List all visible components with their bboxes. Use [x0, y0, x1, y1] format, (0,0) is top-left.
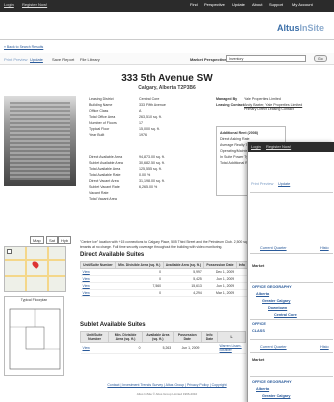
top-nav-bar: Login Register Now! Find Perspective Upd… — [0, 0, 334, 12]
print-preview-link[interactable]: Print Preview — [4, 57, 28, 62]
second-browser-window[interactable]: Login Register Now! Print Preview Update… — [247, 142, 334, 402]
tab-historical[interactable]: Histo — [320, 246, 329, 250]
nav-perspective[interactable]: Perspective — [204, 2, 225, 7]
office-heading: OFFICE — [252, 322, 266, 326]
update-link[interactable]: Update — [30, 57, 43, 62]
register-link[interactable]: Register Now! — [266, 144, 291, 149]
tab-historical-2[interactable]: Histo — [320, 345, 329, 349]
brand-bar: AltusInSite — [0, 12, 334, 40]
nav-about[interactable]: About — [252, 2, 262, 7]
sublet-suites-title: Sublet Available Suites — [80, 322, 146, 328]
building-photo — [4, 96, 76, 186]
toolbar: Print Preview Update Save Report File Li… — [0, 53, 334, 65]
management-info: Managed By Yale Properties Limited Leasin… — [216, 97, 303, 111]
go-button[interactable]: Go — [314, 55, 327, 62]
office-geography-heading-2: OFFICE GEOGRAPHY — [252, 380, 292, 384]
geo-alberta-2[interactable]: Alberta — [256, 387, 269, 391]
view-suite-link[interactable]: View — [83, 346, 90, 350]
satellite-button[interactable]: Sat — [46, 236, 59, 244]
back-to-results-link[interactable]: « Back to Search Results — [4, 45, 43, 49]
map-button[interactable]: Map — [30, 236, 44, 244]
floorplan-title: Typical Floorplan — [20, 298, 48, 302]
zoom-in-icon[interactable] — [7, 249, 12, 254]
geo-central-core[interactable]: Central Core — [274, 313, 297, 317]
update-link[interactable]: Update — [278, 182, 290, 186]
map-pin-icon[interactable] — [31, 260, 40, 269]
hybrid-button[interactable]: Hyb — [58, 236, 72, 244]
view-suite-link[interactable]: View — [83, 291, 90, 295]
table-row: View 0 5,263 Jun 1, 2009 Warren Lisam-Boutil… — [80, 342, 246, 354]
save-report-button[interactable]: Save Report — [52, 57, 74, 62]
geo-downtown[interactable]: Downtown — [268, 306, 287, 310]
address-subtitle: Calgary, Alberta T2P3B6 — [138, 85, 196, 91]
nav-my-account[interactable]: My Account — [292, 2, 313, 7]
second-window-topbar: Login Register Now! — [248, 142, 334, 152]
tab-current-quarter[interactable]: Current Quarter — [260, 246, 287, 250]
floorplan-drawing — [9, 308, 61, 370]
altus-insite-logo[interactable]: AltusInSite — [277, 23, 324, 33]
geo-greater-calgary-2[interactable]: Greater Calgary — [262, 394, 291, 398]
market-label: Market — [252, 264, 265, 268]
print-preview-link[interactable]: Print Preview — [251, 182, 273, 186]
tab-current-quarter-2[interactable]: Current Quarter — [260, 345, 287, 349]
file-library-button[interactable]: File Library — [80, 57, 100, 62]
page-title: 333 5th Avenue SW — [121, 73, 213, 84]
perspective-select[interactable]: Inventory — [226, 55, 306, 62]
location-map[interactable] — [4, 246, 66, 292]
availability-facts: Direct Available Area 94,873.00 sq. ft. S… — [89, 155, 165, 201]
nav-update[interactable]: Update — [232, 2, 245, 7]
typical-floorplan[interactable]: Typical Floorplan — [4, 296, 64, 376]
geo-alberta[interactable]: Alberta — [256, 292, 269, 296]
sublet-suites-table: Unit/Suite Number Min. Divisible Area (sq… — [79, 331, 246, 354]
login-link[interactable]: Login — [4, 2, 14, 7]
class-heading: CLASS — [252, 329, 265, 333]
market-perspective-label: Market Perspective — [190, 57, 227, 62]
table-row: View 0 5,425 Jun 1, 2009 — [80, 275, 248, 283]
sublet-contact-link[interactable]: Warren Lisam-Boutilier — [220, 344, 242, 352]
view-suite-link[interactable]: View — [83, 277, 90, 281]
view-suite-link[interactable]: View — [83, 270, 90, 274]
direct-suites-title: Direct Available Suites — [80, 252, 145, 258]
nav-find[interactable]: Find — [190, 2, 198, 7]
nav-support[interactable]: Support — [269, 2, 283, 7]
market-label-2: Market — [252, 358, 265, 362]
table-row: View 0 5,997 Dec 1, 2009 — [80, 268, 248, 276]
table-row: View 0 4,294 Mar 1, 2009 — [80, 289, 248, 297]
office-geography-heading: OFFICE GEOGRAPHY — [252, 285, 292, 289]
geo-greater-calgary[interactable]: Greater Calgary — [262, 299, 291, 303]
register-link[interactable]: Register Now! — [22, 2, 47, 7]
login-link[interactable]: Login — [251, 144, 261, 149]
table-row: View 7,560 15,613 Jun 1, 2009 — [80, 282, 248, 290]
building-facts: Leasing District Central Core Building Na… — [89, 97, 166, 137]
view-suite-link[interactable]: View — [83, 284, 90, 288]
direct-suites-table: Unit/Suite Number Min. Divisible Area (sq… — [80, 261, 249, 297]
